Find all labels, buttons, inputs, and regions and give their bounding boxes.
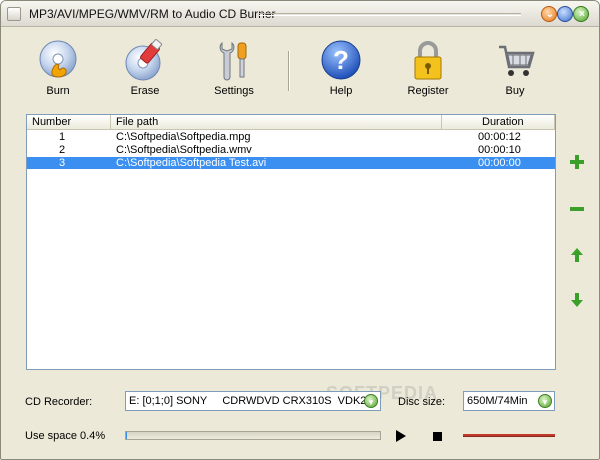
row-duration: 00:00:12 bbox=[478, 131, 521, 143]
minus-icon bbox=[570, 207, 584, 211]
title-bar[interactable]: MP3/AVI/MPEG/WMV/RM to Audio CD Burner ⌄… bbox=[1, 1, 599, 27]
minimize-button[interactable]: ⌄ bbox=[541, 6, 557, 22]
stop-button[interactable] bbox=[433, 432, 442, 441]
use-space-label: Use space 0.4% bbox=[25, 430, 106, 442]
table-row-selected[interactable]: 3 C:\Softpedia\Softpedia Test.avi 00:00:… bbox=[27, 157, 555, 169]
move-up-button[interactable] bbox=[568, 246, 586, 264]
buy-label: Buy bbox=[505, 85, 525, 97]
dropdown-arrow-icon[interactable]: ▼ bbox=[364, 394, 378, 408]
erase-label: Erase bbox=[130, 85, 160, 97]
toolbar-separator bbox=[288, 51, 290, 91]
cd-recorder-value: E: [0;1;0] SONY CDRWDVD CRX310S VDK2 bbox=[129, 395, 367, 407]
dropdown-arrow-icon[interactable]: ▼ bbox=[538, 394, 552, 408]
row-number: 2 bbox=[59, 144, 66, 156]
register-button[interactable]: Register bbox=[396, 39, 460, 101]
burn-label: Burn bbox=[46, 85, 70, 97]
help-button[interactable]: ? Help bbox=[309, 39, 373, 101]
help-label: Help bbox=[329, 85, 353, 97]
row-duration: 00:00:10 bbox=[478, 144, 521, 156]
register-label: Register bbox=[407, 85, 449, 97]
burn-disc-icon bbox=[39, 40, 77, 78]
column-header-file-path[interactable]: File path bbox=[111, 115, 442, 130]
disc-size-value: 650M/74Min bbox=[467, 395, 528, 407]
arrow-up-icon bbox=[571, 248, 583, 262]
table-row[interactable]: 2 C:\Softpedia\Softpedia.wmv 00:00:10 bbox=[27, 144, 555, 156]
app-icon bbox=[7, 7, 21, 21]
register-lock-icon bbox=[414, 41, 442, 80]
plus-icon bbox=[570, 155, 584, 169]
window-title: MP3/AVI/MPEG/WMV/RM to Audio CD Burner bbox=[29, 7, 276, 21]
svg-text:?: ? bbox=[333, 45, 349, 75]
disc-size-label: Disc size: bbox=[398, 396, 446, 408]
shopping-cart-icon bbox=[499, 45, 535, 76]
column-header-duration[interactable]: Duration bbox=[442, 115, 555, 130]
volume-slider[interactable] bbox=[463, 434, 555, 437]
row-file-path: C:\Softpedia\Softpedia.wmv bbox=[116, 144, 252, 156]
row-number: 1 bbox=[59, 131, 66, 143]
disc-size-select[interactable]: 650M/74Min ▼ bbox=[463, 391, 555, 411]
cd-recorder-label: CD Recorder: bbox=[25, 396, 93, 408]
buy-button[interactable]: Buy bbox=[483, 39, 547, 101]
title-divider bbox=[259, 13, 521, 16]
minimize-icon: ⌄ bbox=[545, 9, 555, 20]
move-down-button[interactable] bbox=[568, 291, 586, 309]
erase-button[interactable]: Erase bbox=[113, 39, 177, 101]
list-header: Number File path Duration bbox=[27, 115, 555, 130]
row-file-path: C:\Softpedia\Softpedia.mpg bbox=[116, 131, 251, 143]
column-header-number[interactable]: Number bbox=[27, 115, 111, 130]
close-button[interactable]: × bbox=[573, 6, 589, 22]
row-file-path: C:\Softpedia\Softpedia Test.avi bbox=[116, 157, 267, 169]
use-space-progress-fill bbox=[126, 432, 128, 439]
remove-file-button[interactable] bbox=[568, 200, 586, 218]
row-number: 3 bbox=[59, 157, 66, 169]
maximize-icon bbox=[558, 7, 574, 23]
settings-tools-icon bbox=[219, 41, 247, 81]
cd-recorder-select[interactable]: E: [0;1;0] SONY CDRWDVD CRX310S VDK2 ▼ bbox=[125, 391, 381, 411]
row-duration: 00:00:00 bbox=[478, 157, 521, 169]
arrow-down-icon bbox=[571, 293, 583, 307]
settings-button[interactable]: Settings bbox=[202, 39, 266, 101]
file-list[interactable]: Number File path Duration 1 C:\Softpedia… bbox=[26, 114, 556, 370]
toolbar: Burn Erase Settings ? Help Register Buy bbox=[1, 29, 599, 107]
maximize-button[interactable] bbox=[557, 6, 573, 22]
play-button[interactable] bbox=[396, 430, 406, 442]
add-file-button[interactable] bbox=[568, 153, 586, 171]
erase-disc-icon bbox=[125, 39, 163, 81]
use-space-progress bbox=[125, 431, 381, 440]
table-row[interactable]: 1 C:\Softpedia\Softpedia.mpg 00:00:12 bbox=[27, 131, 555, 143]
close-icon: × bbox=[579, 9, 585, 20]
settings-label: Settings bbox=[214, 85, 254, 97]
app-window: MP3/AVI/MPEG/WMV/RM to Audio CD Burner ⌄… bbox=[0, 0, 600, 460]
burn-button[interactable]: Burn bbox=[26, 39, 90, 101]
help-question-icon: ? bbox=[321, 40, 361, 80]
